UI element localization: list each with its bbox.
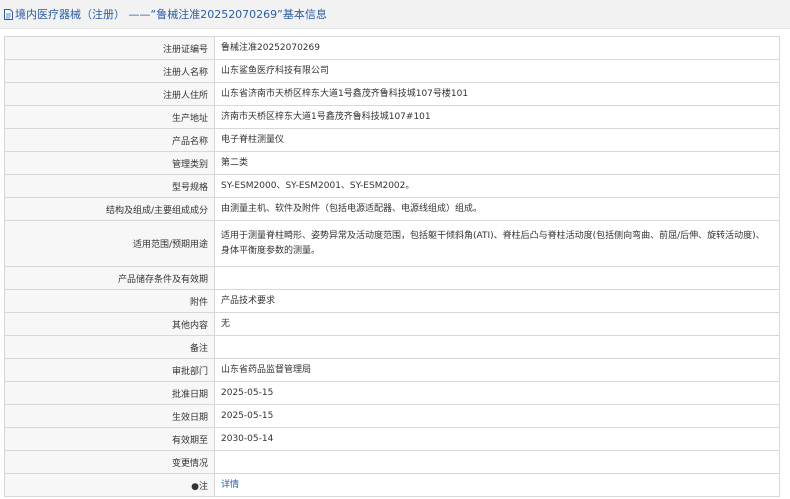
row-value: 2030-05-14 (215, 428, 780, 451)
row-value: 山东省济南市天桥区梓东大道1号鑫茂齐鲁科技城107号楼101 (215, 83, 780, 106)
row-other: 其他内容 无 (5, 313, 780, 336)
row-registrant: 注册人名称 山东鲨鱼医疗科技有限公司 (5, 60, 780, 83)
row-attachment: 附件 产品技术要求 (5, 290, 780, 313)
row-production-address: 生产地址 济南市天桥区梓东大道1号鑫茂齐鲁科技城107#101 (5, 106, 780, 129)
row-label: 生效日期 (5, 405, 215, 428)
row-category: 管理类别 第二类 (5, 152, 780, 175)
row-value: 济南市天桥区梓东大道1号鑫茂齐鲁科技城107#101 (215, 106, 780, 129)
info-table: 注册证编号 鲁械注准20252070269 注册人名称 山东鲨鱼医疗科技有限公司… (4, 36, 780, 497)
row-label: 型号规格 (5, 175, 215, 198)
row-value: 由测量主机、软件及附件（包括电源适配器、电源线组成）组成。 (215, 198, 780, 221)
row-value: SY-ESM2000、SY-ESM2001、SY-ESM2002。 (215, 175, 780, 198)
row-models: 型号规格 SY-ESM2000、SY-ESM2001、SY-ESM2002。 (5, 175, 780, 198)
row-value: 第二类 (215, 152, 780, 175)
row-label: 注册人住所 (5, 83, 215, 106)
row-value: 电子脊柱测量仪 (215, 129, 780, 152)
row-label: 管理类别 (5, 152, 215, 175)
row-approval-date: 批准日期 2025-05-15 (5, 382, 780, 405)
row-effective-date: 生效日期 2025-05-15 (5, 405, 780, 428)
row-approval-dept: 审批部门 山东省药品监督管理局 (5, 359, 780, 382)
row-value: 2025-05-15 (215, 382, 780, 405)
row-value: 山东省药品监督管理局 (215, 359, 780, 382)
row-storage: 产品储存条件及有效期 (5, 267, 780, 290)
row-valid-until: 有效期至 2030-05-14 (5, 428, 780, 451)
row-changes: 变更情况 (5, 451, 780, 474)
row-value (215, 336, 780, 359)
row-label: 结构及组成/主要组成成分 (5, 198, 215, 221)
row-value (215, 267, 780, 290)
row-label: 其他内容 (5, 313, 215, 336)
row-label: 批准日期 (5, 382, 215, 405)
row-remarks: 备注 (5, 336, 780, 359)
page-header: 境内医疗器械（注册） ——“鲁械注准20252070269”基本信息 (0, 0, 790, 29)
row-label: 审批部门 (5, 359, 215, 382)
row-intended-use: 适用范围/预期用途 适用于测量脊柱畸形、姿势异常及活动度范围，包括躯干倾斜角(A… (5, 221, 780, 267)
row-label: 变更情况 (5, 451, 215, 474)
row-product-name: 产品名称 电子脊柱测量仪 (5, 129, 780, 152)
row-label: 有效期至 (5, 428, 215, 451)
row-label: 适用范围/预期用途 (5, 221, 215, 267)
row-label: 注册人名称 (5, 60, 215, 83)
row-label: 产品储存条件及有效期 (5, 267, 215, 290)
document-icon (4, 8, 13, 20)
row-label: 附件 (5, 290, 215, 313)
page-title: 境内医疗器械（注册） ——“鲁械注准20252070269”基本信息 (15, 8, 327, 21)
row-value: 适用于测量脊柱畸形、姿势异常及活动度范围，包括躯干倾斜角(ATI)、脊柱后凸与脊… (215, 221, 780, 267)
row-note: ●注 详情 (5, 474, 780, 497)
row-value (215, 451, 780, 474)
row-label: 备注 (5, 336, 215, 359)
row-value: 鲁械注准20252070269 (215, 37, 780, 60)
row-value: 产品技术要求 (215, 290, 780, 313)
row-value: 2025-05-15 (215, 405, 780, 428)
row-label: ●注 (5, 474, 215, 497)
row-label: 生产地址 (5, 106, 215, 129)
row-registrant-address: 注册人住所 山东省济南市天桥区梓东大道1号鑫茂齐鲁科技城107号楼101 (5, 83, 780, 106)
row-cert-no: 注册证编号 鲁械注准20252070269 (5, 37, 780, 60)
row-label: 注册证编号 (5, 37, 215, 60)
row-composition: 结构及组成/主要组成成分 由测量主机、软件及附件（包括电源适配器、电源线组成）组… (5, 198, 780, 221)
row-value: 山东鲨鱼医疗科技有限公司 (215, 60, 780, 83)
row-label: 产品名称 (5, 129, 215, 152)
details-link[interactable]: 详情 (215, 474, 780, 497)
row-value: 无 (215, 313, 780, 336)
